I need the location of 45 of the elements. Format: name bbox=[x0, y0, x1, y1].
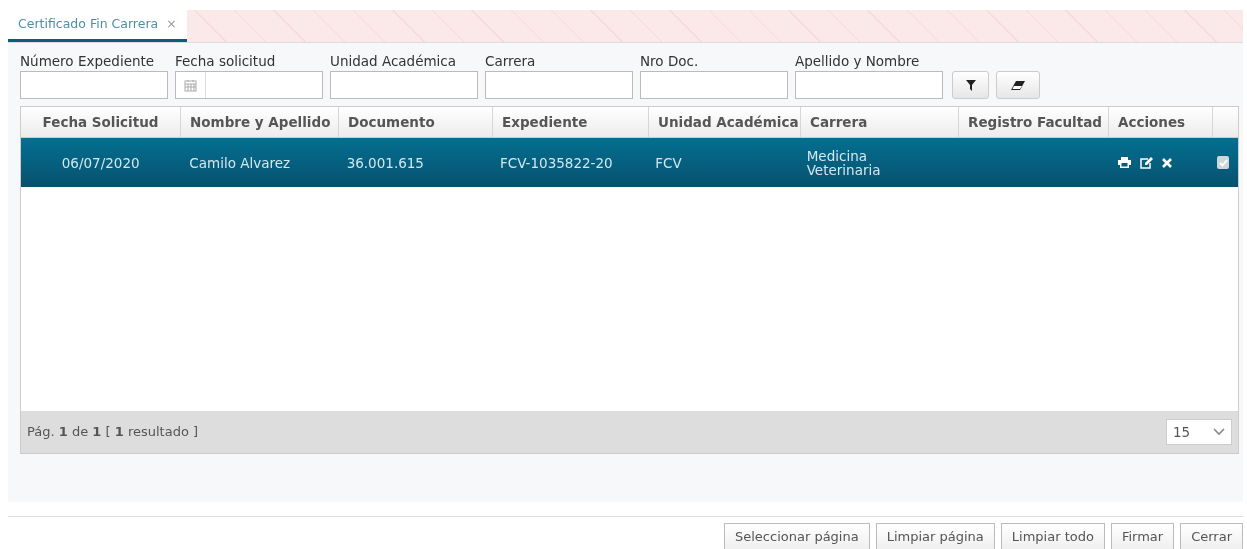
chevron-down-icon bbox=[1213, 428, 1225, 436]
table-cell: 36.001.615 bbox=[346, 155, 424, 170]
pagination-info: Pág. 1 de 1 [ 1 resultado ] bbox=[27, 423, 199, 442]
input-field[interactable] bbox=[20, 71, 168, 99]
column-header: Unidad Académica bbox=[649, 107, 801, 137]
page-size-select[interactable]: 15 bbox=[1166, 419, 1232, 445]
footer-button[interactable]: Cerrar bbox=[1180, 523, 1243, 549]
eraser-button[interactable] bbox=[996, 71, 1040, 99]
column-header: Nombre y Apellido bbox=[181, 107, 339, 137]
eraser-icon bbox=[1011, 80, 1025, 90]
filter-label: Fecha solicitud bbox=[175, 52, 277, 71]
input-field[interactable] bbox=[795, 71, 943, 99]
row-checkbox[interactable] bbox=[1217, 156, 1229, 169]
edit-icon[interactable] bbox=[1140, 156, 1154, 169]
footer-button[interactable]: Limpiar página bbox=[875, 523, 995, 549]
footer-button[interactable]: Limpiar todo bbox=[1000, 523, 1105, 549]
date-field[interactable] bbox=[175, 71, 323, 99]
filter-label: Número Expediente bbox=[20, 52, 156, 71]
column-header: Acciones bbox=[1109, 107, 1213, 137]
filter-button[interactable] bbox=[952, 71, 989, 99]
column-header: Registro Facultad bbox=[959, 107, 1109, 137]
table-cell: Medicina Veterinaria bbox=[806, 148, 881, 177]
footer-button[interactable]: Firmar bbox=[1110, 523, 1175, 549]
table-cell: 06/07/2020 bbox=[61, 155, 140, 170]
footer-button[interactable]: Seleccionar página bbox=[724, 523, 870, 549]
table-cell: FCV bbox=[655, 155, 682, 170]
input-field[interactable] bbox=[640, 71, 788, 99]
input-field[interactable] bbox=[485, 71, 633, 99]
table-cell: FCV-1035822-20 bbox=[500, 155, 613, 170]
delete-icon[interactable] bbox=[1162, 157, 1173, 168]
table-cell: Camilo Alvarez bbox=[189, 155, 291, 170]
column-header: Fecha Solicitud bbox=[21, 107, 181, 137]
table-row[interactable]: 06/07/2020 Camilo Alvarez 36.001.615 FCV-1035822-20 FCV Medicina Veterinaria bbox=[21, 138, 1238, 187]
filter-icon bbox=[965, 79, 976, 91]
filter-label: Apellido y Nombre bbox=[795, 52, 921, 71]
print-icon[interactable] bbox=[1118, 157, 1132, 168]
filter-label: Nro Doc. bbox=[640, 52, 700, 71]
filter-label: Unidad Académica bbox=[330, 52, 458, 71]
filter-label: Carrera bbox=[485, 52, 537, 71]
column-header: Carrera bbox=[801, 107, 959, 137]
calendar-icon bbox=[184, 78, 197, 92]
tab[interactable]: Certificado Fin Carrera × bbox=[8, 10, 187, 42]
column-header: Documento bbox=[339, 107, 493, 137]
column-header: Expediente bbox=[493, 107, 649, 137]
input-field[interactable] bbox=[330, 71, 478, 99]
